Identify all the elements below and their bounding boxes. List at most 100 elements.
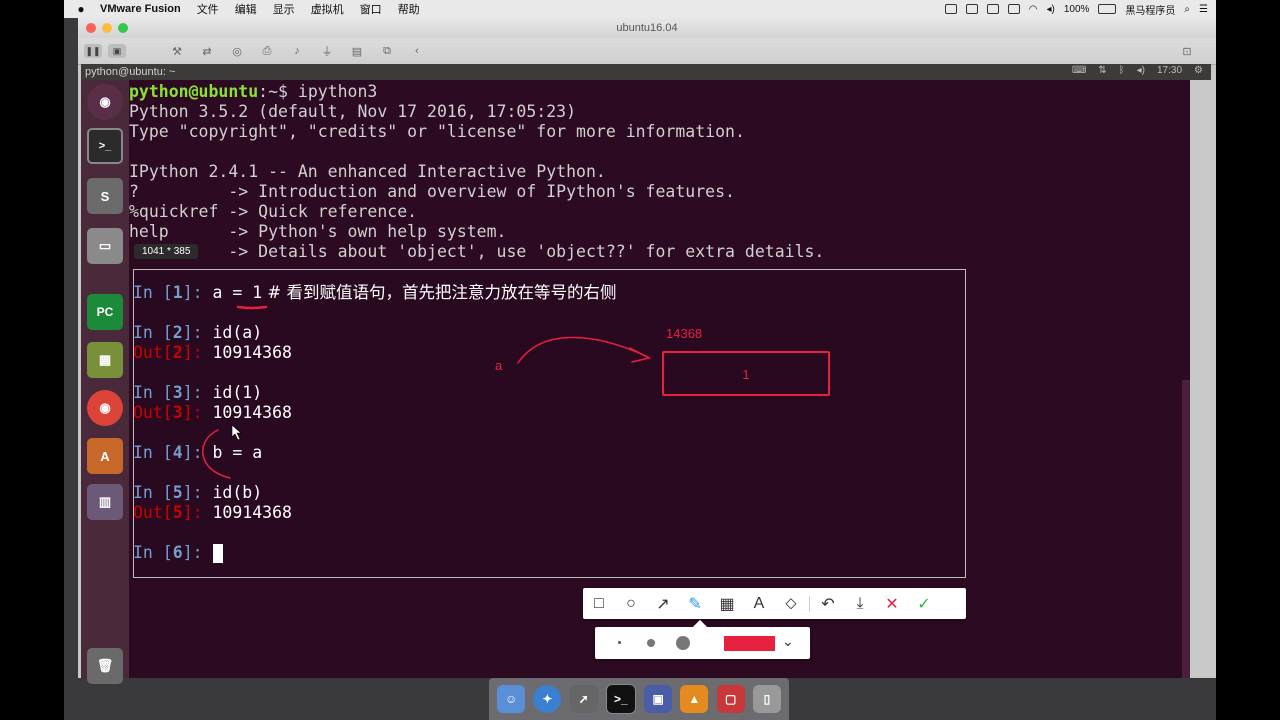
search-icon[interactable]: ⌕ (1184, 4, 1190, 15)
download-icon[interactable]: ⤓ (844, 588, 876, 619)
tag-icon[interactable]: ⬦ (775, 588, 807, 619)
variable-a-label: a (495, 358, 503, 373)
wifi-icon[interactable]: ◠ (1029, 4, 1038, 15)
screenshot-app-icon[interactable]: ▣ (644, 685, 673, 713)
terminal-icon[interactable]: >_ (87, 128, 123, 164)
status-icon[interactable] (1007, 4, 1020, 14)
menu-file[interactable]: 文件 (197, 1, 219, 17)
confirm-icon[interactable]: ✓ (908, 588, 940, 619)
terminal-line: Type "copyright", "credits" or "license"… (129, 122, 745, 141)
ubuntu-launcher: ◉ >_ S ▭ PC ▦ ◉ A ▥ 🗑 (81, 80, 129, 684)
settings-icon[interactable]: ⚒ (166, 44, 188, 58)
apple-icon[interactable]: ● (70, 2, 92, 16)
terminal-line: help -> Python's own help system. (129, 222, 507, 241)
mosaic-icon[interactable]: ▦ (711, 588, 743, 619)
disk-icon[interactable]: ▤ (346, 44, 368, 58)
large-size-dot[interactable] (676, 636, 690, 650)
pycharm-icon[interactable]: PC (87, 294, 123, 330)
arrow-icon[interactable]: ↗ (647, 588, 679, 619)
annotation-toolbar: □ ○ ↗ ✎ ▦ A ⬦ ↶ ⤓ ✕ ✓ (583, 588, 966, 619)
memory-address-label: 14368 (666, 326, 703, 341)
chrome-icon[interactable]: ◉ (87, 390, 123, 426)
vlc-icon[interactable]: ▲ (680, 685, 709, 713)
memory-box-value: 1 (742, 367, 750, 382)
terminal-line: IPython 2.4.1 -- An enhanced Interactive… (129, 162, 606, 181)
launchpad-icon[interactable]: ➚ (569, 685, 598, 713)
terminal-app-icon[interactable]: >_ (605, 684, 636, 714)
vmware-app-icon[interactable]: ▢ (716, 685, 745, 713)
color-swatch[interactable] (724, 636, 775, 651)
battery-percent[interactable]: 100% (1064, 4, 1090, 15)
sound-icon[interactable]: ♪ (286, 44, 308, 58)
workspace-icon[interactable]: ▥ (87, 484, 123, 520)
keyboard-icon[interactable]: ⌨ (1072, 65, 1086, 76)
safari-icon[interactable]: ✦ (533, 685, 562, 713)
status-icon[interactable] (965, 4, 978, 14)
menu-edit[interactable]: 编辑 (235, 1, 257, 17)
menu-list-icon[interactable]: ☰ (1199, 4, 1208, 15)
text-cursor (212, 544, 223, 563)
fullscreen-icon[interactable]: ⊡ (1176, 44, 1198, 58)
app-menu[interactable]: VMware Fusion (100, 3, 181, 15)
trash-icon[interactable]: ▯ (752, 685, 781, 713)
clock[interactable]: 17:30 (1157, 65, 1182, 76)
ubuntu-logo-icon[interactable]: ◉ (87, 84, 123, 120)
prompt-line: python@ubuntu:~$ ipython3 (129, 82, 378, 101)
ipython-cell-6: In [6]: (133, 543, 223, 563)
ipython-cell-1: In [1]: a = 1 # 看到赋值语句，首先把注意力放在等号的右侧 (133, 283, 617, 302)
status-icon[interactable] (986, 4, 999, 14)
rectangle-icon[interactable]: □ (583, 588, 615, 619)
network-updown-icon[interactable]: ⇅ (1098, 65, 1106, 76)
volume-icon[interactable]: ◂) (1046, 4, 1054, 15)
vmware-titlebar: ubuntu16.04 (78, 18, 1216, 38)
ipython-output-3: Out[3]: 10914368 (133, 403, 292, 422)
mac-menubar: ● VMware Fusion 文件 编辑 显示 虚拟机 窗口 帮助 ◠ ◂) … (64, 0, 1216, 18)
ubuntu-window-title: python@ubuntu: ~ (85, 66, 176, 78)
terminal-line: -> Details about 'object', use 'object??… (129, 242, 825, 261)
usb-icon[interactable]: ⏚ (316, 44, 338, 58)
pause-icon[interactable]: ❚❚ (84, 44, 102, 58)
volume-icon[interactable]: ◂) (1137, 65, 1145, 76)
selection-size-label: 1041 * 385 (134, 244, 199, 259)
menu-help[interactable]: 帮助 (398, 1, 420, 17)
gear-icon[interactable]: ⚙ (1194, 65, 1203, 76)
cd-icon[interactable]: ◎ (226, 44, 248, 58)
snapshot-icon[interactable]: ▣ (108, 44, 126, 58)
mac-dock: ☺ ✦ ➚ >_ ▣ ▲ ▢ ▯ (489, 678, 789, 720)
network-icon[interactable]: ⇄ (196, 44, 218, 58)
brush-options-bar: ⌄ (595, 619, 810, 659)
undo-icon[interactable]: ↶ (812, 588, 844, 619)
screenshot-selection-region[interactable] (133, 269, 966, 578)
small-size-dot[interactable] (618, 641, 621, 644)
ipython-cell-5: In [5]: id(b) (133, 483, 263, 502)
menu-vm[interactable]: 虚拟机 (311, 1, 344, 17)
menu-window[interactable]: 窗口 (360, 1, 382, 17)
bluetooth-icon[interactable]: ᛒ (1119, 65, 1125, 76)
status-icon[interactable] (944, 4, 957, 14)
software-center-icon[interactable]: A (87, 438, 123, 474)
sublime-icon[interactable]: S (87, 178, 123, 214)
archive-icon[interactable]: ▦ (87, 342, 123, 378)
trash-icon[interactable]: 🗑 (87, 648, 123, 684)
battery-icon[interactable] (1098, 4, 1117, 14)
pen-icon[interactable]: ✎ (679, 588, 711, 619)
chevron-down-icon[interactable]: ⌄ (782, 633, 794, 650)
terminal-line: %quickref -> Quick reference. (129, 202, 418, 221)
ipython-output-2: Out[2]: 10914368 (133, 343, 292, 362)
printer-icon[interactable]: ⎙ (256, 44, 278, 58)
text-icon[interactable]: A (743, 588, 775, 619)
circle-icon[interactable]: ○ (615, 588, 647, 619)
close-icon[interactable]: ✕ (876, 588, 908, 619)
files-icon[interactable]: ▭ (87, 228, 123, 264)
user-name[interactable]: 黑马程序员 (1125, 2, 1175, 17)
toolbar-divider (809, 595, 810, 612)
terminal-line: ? -> Introduction and overview of IPytho… (129, 182, 735, 201)
chevron-left-icon[interactable]: ‹ (406, 44, 428, 58)
terminal-scrollbar[interactable] (1182, 380, 1190, 678)
ubuntu-topbar: python@ubuntu: ~ ⌨ ⇅ ᛒ ◂) 17:30 ⚙ (81, 64, 1211, 80)
menu-view[interactable]: 显示 (273, 1, 295, 17)
share-icon[interactable]: ⧉ (376, 44, 398, 58)
medium-size-dot[interactable] (647, 639, 655, 647)
vmware-window-title: ubuntu16.04 (616, 22, 678, 34)
finder-icon[interactable]: ☺ (497, 685, 526, 713)
